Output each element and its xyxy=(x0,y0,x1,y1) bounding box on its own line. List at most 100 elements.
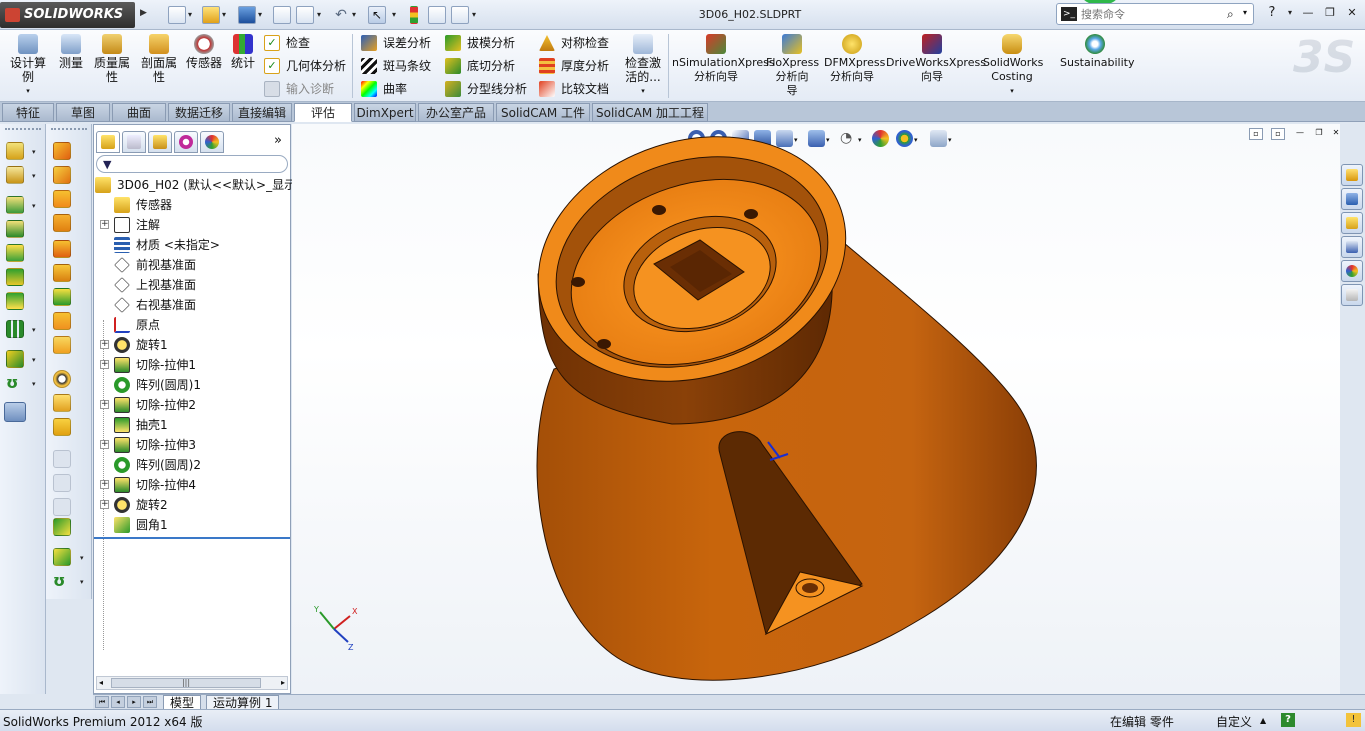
tree-horizontal-scrollbar[interactable]: ◂ ||| ▸ xyxy=(96,676,288,690)
curves-icon[interactable]: ʊ xyxy=(6,374,24,392)
property-manager-tab[interactable] xyxy=(122,131,146,153)
tab-office-products[interactable]: 办公室产品 xyxy=(418,103,494,122)
expand-panel-icon[interactable]: » xyxy=(274,133,282,148)
options-dropdown-icon[interactable]: ▾ xyxy=(472,10,476,19)
import-diagnostics-button[interactable]: 输入诊断 xyxy=(264,79,334,99)
options-icon[interactable] xyxy=(451,6,469,24)
check-active-button[interactable]: 检查激 活的... ▾ xyxy=(622,34,664,98)
boundary-boss-icon[interactable] xyxy=(6,244,24,262)
check-active-dropdown-icon[interactable]: ▾ xyxy=(622,84,664,98)
part-model-render[interactable]: X Y Z xyxy=(292,124,1340,694)
print-dropdown-icon[interactable]: ▾ xyxy=(317,10,321,19)
deviation-analysis-button[interactable]: 误差分析 xyxy=(361,33,431,53)
solidworks-logo[interactable]: SOLIDWORKS xyxy=(0,2,135,28)
design-library-tab[interactable] xyxy=(1341,188,1363,210)
draft-icon[interactable] xyxy=(53,214,71,232)
geometry-analysis-button[interactable]: ✓ 几何体分析 xyxy=(264,56,346,76)
file-properties-icon[interactable] xyxy=(428,6,446,24)
restore-icon[interactable]: ❐ xyxy=(1322,6,1338,20)
scrollbar-thumb[interactable]: ||| xyxy=(111,678,261,688)
first-tab-icon[interactable]: ⏮ xyxy=(95,696,109,708)
intersect-icon[interactable] xyxy=(53,312,71,330)
expand-toggle-icon[interactable]: + xyxy=(100,220,109,229)
tab-solidcam-machining[interactable]: SolidCAM 加工工程 xyxy=(592,103,708,122)
swept-boss-icon[interactable] xyxy=(6,196,24,214)
last-tab-icon[interactable]: ⏭ xyxy=(143,696,157,708)
rebuild-traffic-light-icon[interactable] xyxy=(410,6,418,24)
thickness-analysis-button[interactable]: 厚度分析 xyxy=(539,56,609,76)
design-study-dropdown-icon[interactable]: ▾ xyxy=(6,84,50,98)
search-icon[interactable]: ⌕ xyxy=(1227,7,1234,22)
costing-dropdown-icon[interactable]: ▾ xyxy=(983,84,1041,98)
dfmxpress-button[interactable]: DFMXpress 分析向导 xyxy=(824,34,885,84)
undo-icon[interactable]: ↶ xyxy=(332,6,350,24)
statistics-button[interactable]: 统计 xyxy=(228,34,258,70)
new-dropdown-icon[interactable]: ▾ xyxy=(188,10,192,19)
dome-icon[interactable] xyxy=(53,288,71,306)
move-face-icon[interactable] xyxy=(53,474,71,492)
design-study-button[interactable]: 设计算 例 ▾ xyxy=(6,34,50,98)
rebuild-options-icon[interactable] xyxy=(273,6,291,24)
delete-face-icon[interactable] xyxy=(53,498,71,516)
fillet-icon[interactable] xyxy=(53,142,71,160)
helix-dropdown-icon[interactable]: ▾ xyxy=(80,578,84,586)
quick-tips-help-icon[interactable]: ? xyxy=(1281,713,1295,727)
print-icon[interactable] xyxy=(296,6,314,24)
menu-arrow-icon[interactable]: ▶ xyxy=(140,8,147,18)
scroll-right-icon[interactable]: ▸ xyxy=(281,678,285,687)
curves-dropdown-icon[interactable]: ▾ xyxy=(32,380,36,388)
swept-dropdown-icon[interactable]: ▾ xyxy=(32,202,36,210)
feature-tree-tab[interactable] xyxy=(96,131,120,153)
loft-boss-icon[interactable] xyxy=(6,220,24,238)
symmetry-check-button[interactable]: 对称检查 xyxy=(539,33,609,53)
tab-sketch[interactable]: 草图 xyxy=(56,103,110,122)
tab-evaluate[interactable]: 评估 xyxy=(294,103,352,122)
toolbar-grip[interactable] xyxy=(5,128,41,131)
open-folder-icon[interactable] xyxy=(202,6,220,24)
select-dropdown-icon[interactable]: ▾ xyxy=(392,10,396,19)
rib-icon[interactable] xyxy=(53,190,71,208)
simulationxpress-button[interactable]: nSimulationXpress 分析向导 xyxy=(672,34,775,84)
revolve-boss-icon[interactable] xyxy=(6,166,24,184)
pattern-dropdown-icon[interactable]: ▾ xyxy=(32,326,36,334)
toolbar-grip[interactable] xyxy=(51,128,87,131)
expand-toggle-icon[interactable]: + xyxy=(100,480,109,489)
driveworksxpress-button[interactable]: DriveWorksXpress 向导 xyxy=(886,34,986,84)
tab-surfaces[interactable]: 曲面 xyxy=(112,103,166,122)
expand-toggle-icon[interactable]: + xyxy=(100,400,109,409)
extrude-boss-icon[interactable] xyxy=(6,142,24,160)
zebra-stripes-button[interactable]: 斑马条纹 xyxy=(361,56,431,76)
reference-point-icon[interactable] xyxy=(53,548,71,566)
tab-solidcam-stock[interactable]: SolidCAM 工件 xyxy=(496,103,590,122)
configuration-manager-tab[interactable] xyxy=(148,131,172,153)
flex-icon[interactable] xyxy=(53,336,71,354)
curvature-button[interactable]: 曲率 xyxy=(361,79,407,99)
parting-line-analysis-button[interactable]: 分型线分析 xyxy=(445,79,527,99)
tab-dimxpert[interactable]: DimXpert xyxy=(354,103,416,122)
reference-point-dropdown-icon[interactable]: ▾ xyxy=(80,554,84,562)
reference-geometry-icon[interactable] xyxy=(6,350,24,368)
tab-features[interactable]: 特征 xyxy=(2,103,54,122)
wrap-icon[interactable] xyxy=(53,264,71,282)
sensor-button[interactable]: 传感器 xyxy=(184,34,224,70)
combine-icon[interactable] xyxy=(53,450,71,468)
deform-icon[interactable] xyxy=(53,370,71,388)
open-dropdown-icon[interactable]: ▾ xyxy=(222,10,226,19)
rollback-bar[interactable] xyxy=(94,537,290,539)
chamfer-icon[interactable] xyxy=(53,166,71,184)
close-icon[interactable]: ✕ xyxy=(1344,6,1360,20)
floxpress-button[interactable]: FloXpress 分析向 导 xyxy=(766,34,819,98)
help-icon[interactable]: ? xyxy=(1264,6,1280,20)
hole-wizard-icon[interactable] xyxy=(6,292,24,310)
compare-documents-button[interactable]: 比较文档 xyxy=(539,79,609,99)
tab-model[interactable]: 模型 xyxy=(163,695,202,710)
freeform-icon[interactable] xyxy=(53,518,71,536)
minimize-icon[interactable]: — xyxy=(1300,6,1316,20)
undo-dropdown-icon[interactable]: ▾ xyxy=(352,10,356,19)
search-commands-box[interactable]: >_ ⌕ ▾ xyxy=(1056,3,1254,25)
dimxpert-manager-tab[interactable] xyxy=(174,131,198,153)
search-input[interactable] xyxy=(1081,6,1221,22)
rebuild-warning-icon[interactable]: ! xyxy=(1346,713,1361,727)
next-tab-icon[interactable]: ▸ xyxy=(127,696,141,708)
unit-system-arrow-icon[interactable]: ▲ xyxy=(1260,716,1266,725)
